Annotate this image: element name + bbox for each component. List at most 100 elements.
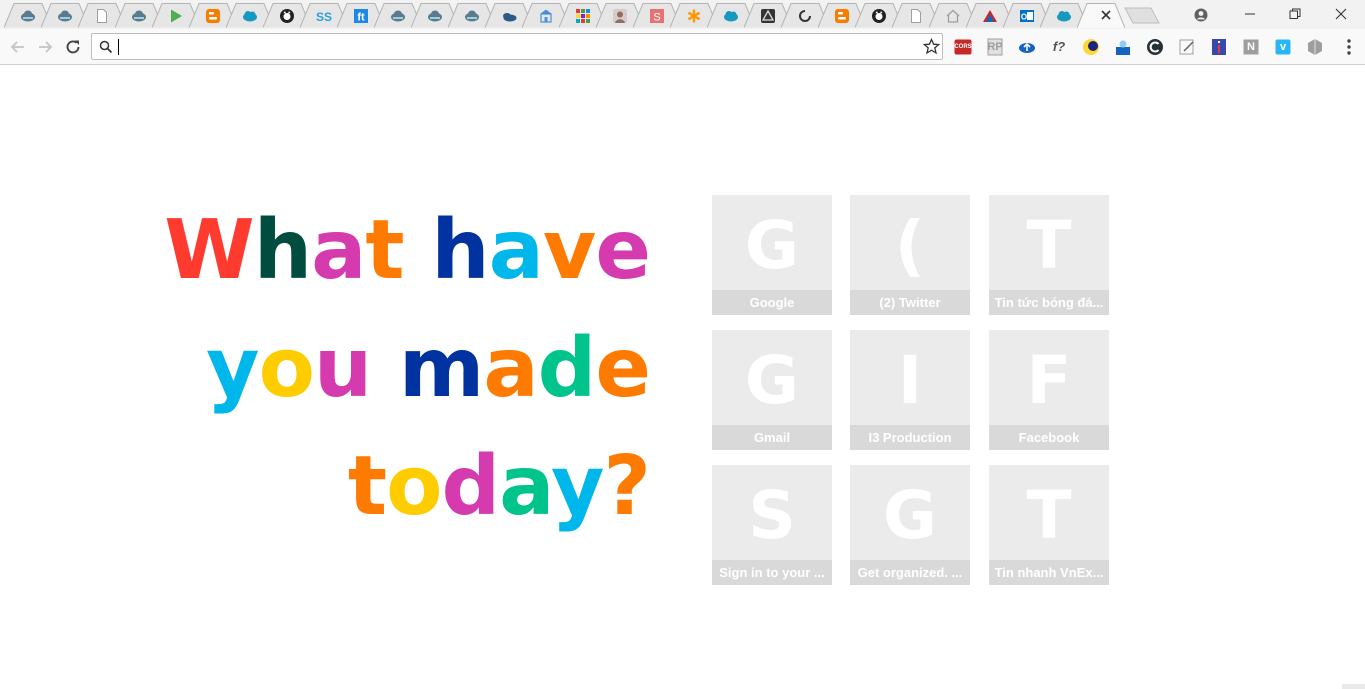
salesforce-icon bbox=[724, 11, 738, 22]
headline-letter: t bbox=[347, 439, 387, 534]
salesforce-icon bbox=[1057, 11, 1071, 22]
headline-letter: e bbox=[595, 203, 651, 298]
extension-label: RP bbox=[987, 41, 1003, 53]
play-store-icon bbox=[171, 9, 182, 23]
function-extension-icon[interactable]: f? bbox=[1050, 38, 1068, 56]
headline-letter bbox=[404, 203, 432, 298]
headline-letter: y bbox=[206, 321, 259, 416]
tile-tin-nhanh-vnexpress[interactable]: T Tin nhanh VnEx... bbox=[989, 465, 1109, 585]
minimize-icon bbox=[1245, 13, 1255, 15]
minimize-button[interactable] bbox=[1227, 0, 1273, 28]
tile-title: Facebook bbox=[989, 425, 1109, 450]
tile-title: I3 Production bbox=[850, 425, 970, 450]
profile-button[interactable] bbox=[1177, 0, 1223, 28]
tile-title: Gmail bbox=[712, 425, 832, 450]
back-button[interactable] bbox=[8, 37, 28, 57]
unity-icon bbox=[761, 9, 775, 23]
close-window-button[interactable] bbox=[1318, 0, 1364, 28]
headline-letter: a bbox=[488, 203, 544, 298]
tile-letter: G bbox=[744, 207, 800, 284]
avatar-icon bbox=[613, 9, 627, 23]
tile-title: Tin tức bóng đá... bbox=[989, 290, 1109, 315]
headline-letter: d bbox=[537, 321, 597, 416]
cloud-dark-icon bbox=[58, 10, 72, 22]
tile-get-organized[interactable]: G Get organized. ... bbox=[850, 465, 970, 585]
close-icon bbox=[1335, 8, 1347, 20]
most-visited-tiles: G Google ( (2) Twitter T Tin tức bóng đá… bbox=[712, 195, 1110, 585]
new-tab-button[interactable] bbox=[1124, 7, 1160, 24]
tile-title: Tin nhanh VnEx... bbox=[989, 560, 1109, 585]
address-bar[interactable] bbox=[91, 33, 943, 60]
back-arrow-icon bbox=[10, 41, 24, 53]
tile-google[interactable]: G Google bbox=[712, 195, 832, 315]
extension-label: CORS bbox=[954, 44, 972, 50]
cors-extension-icon[interactable]: CORS bbox=[954, 38, 972, 56]
restore-button[interactable] bbox=[1272, 0, 1318, 28]
cloud-dark-icon bbox=[465, 10, 479, 22]
moon-extension-icon[interactable] bbox=[1082, 38, 1100, 56]
headline-letter: v bbox=[542, 203, 596, 298]
tab-strip: SS ft S O bbox=[0, 0, 1365, 30]
tile-tin-tuc-bong-da[interactable]: T Tin tức bóng đá... bbox=[989, 195, 1109, 315]
address-input[interactable] bbox=[117, 37, 907, 56]
profile-icon bbox=[1194, 8, 1208, 22]
cloud-upload-extension-icon[interactable] bbox=[1018, 38, 1036, 56]
tile-letter: T bbox=[1026, 477, 1072, 554]
cloud-dark-icon bbox=[428, 10, 442, 22]
tile-letter: T bbox=[1026, 207, 1072, 284]
github-icon bbox=[872, 9, 886, 23]
tile-letter: S bbox=[748, 477, 796, 554]
tile-gmail[interactable]: G Gmail bbox=[712, 330, 832, 450]
tile-twitter[interactable]: ( (2) Twitter bbox=[850, 195, 970, 315]
cloud-upload-extension-icon-glyph bbox=[1019, 42, 1035, 53]
github-icon bbox=[280, 9, 294, 23]
ft-icon: ft bbox=[354, 9, 368, 24]
tile-sign-in[interactable]: S Sign in to your ... bbox=[712, 465, 832, 585]
reload-icon bbox=[66, 40, 80, 54]
tile-title: (2) Twitter bbox=[850, 290, 970, 315]
svg-text:O: O bbox=[1021, 13, 1027, 22]
ss-icon: SS bbox=[316, 10, 332, 24]
forward-arrow-icon bbox=[39, 41, 53, 53]
headline-letter: d bbox=[441, 439, 500, 534]
tile-letter: G bbox=[744, 342, 800, 419]
tile-facebook[interactable]: F Facebook bbox=[989, 330, 1109, 450]
headline-line-1: What have bbox=[164, 210, 651, 292]
search-icon bbox=[99, 40, 113, 54]
tile-i3-production[interactable]: I I3 Production bbox=[850, 330, 970, 450]
tile-letter: I bbox=[897, 342, 923, 419]
reload-button[interactable] bbox=[63, 37, 83, 57]
headline-letter: m bbox=[398, 321, 484, 416]
svg-text:ft: ft bbox=[357, 12, 365, 24]
headline-letter: o bbox=[386, 439, 442, 534]
c-extension-icon-glyph bbox=[1147, 39, 1163, 55]
close-tab-icon[interactable] bbox=[1099, 8, 1113, 22]
headline-letter: a bbox=[499, 439, 552, 534]
home-icon bbox=[946, 9, 960, 23]
blogger-icon bbox=[835, 9, 849, 23]
c-extension-icon[interactable] bbox=[1146, 38, 1164, 56]
chrome-menu-button[interactable] bbox=[1339, 37, 1359, 57]
user-extension-icon[interactable] bbox=[1114, 38, 1132, 56]
rp-extension-icon[interactable]: RP bbox=[986, 38, 1004, 56]
building-icon bbox=[540, 9, 552, 23]
blogger-icon bbox=[206, 9, 220, 23]
cloud-dark-icon bbox=[132, 10, 146, 22]
headline-letter: h bbox=[431, 203, 489, 298]
v-extension-icon[interactable]: v bbox=[1274, 38, 1292, 56]
browser-toolbar: CORS RP f? Nv bbox=[0, 29, 1365, 65]
salesforce-icon bbox=[243, 11, 257, 22]
hex-extension-icon[interactable] bbox=[1306, 38, 1324, 56]
note-extension-icon[interactable] bbox=[1178, 38, 1196, 56]
forward-button[interactable] bbox=[35, 37, 55, 57]
n-extension-icon[interactable]: N bbox=[1242, 38, 1260, 56]
corner-mark bbox=[1342, 684, 1365, 689]
asterisk-icon bbox=[687, 9, 701, 23]
bookmark-star-icon[interactable] bbox=[923, 38, 940, 55]
headline-letter: h bbox=[253, 203, 312, 298]
circle-loader-icon bbox=[799, 10, 811, 22]
triangle-logo-icon bbox=[983, 10, 997, 22]
headline-letter: a bbox=[483, 321, 538, 416]
hex-extension-icon-glyph bbox=[1308, 39, 1322, 55]
info-extension-icon[interactable] bbox=[1210, 38, 1228, 56]
